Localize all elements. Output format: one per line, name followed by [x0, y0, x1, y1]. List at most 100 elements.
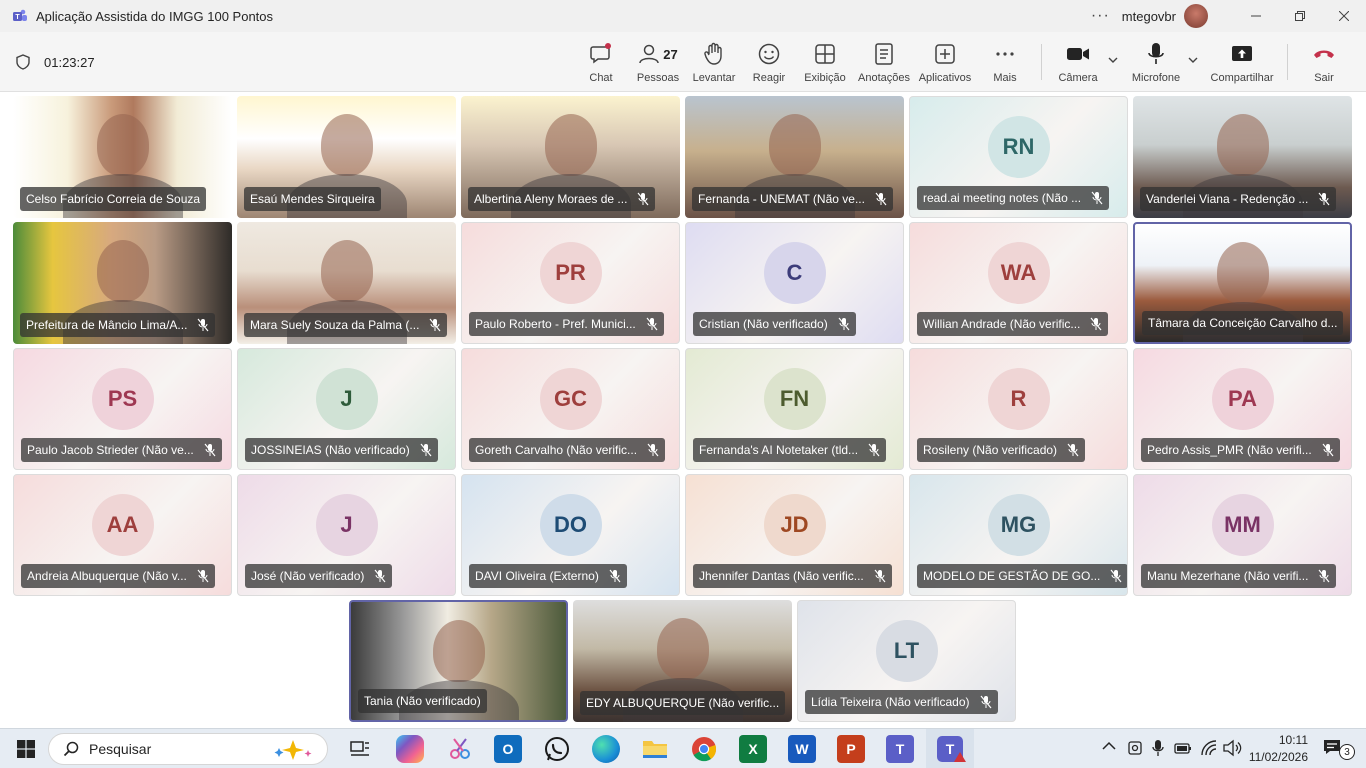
participant-tile[interactable]: Prefeitura de Mâncio Lima/A...: [13, 222, 232, 344]
raise-hand-button[interactable]: Levantar: [692, 42, 736, 88]
participant-tile[interactable]: GC Goreth Carvalho (Não verific...: [461, 348, 680, 470]
participant-nameplate: DAVI Oliveira (Externo): [469, 564, 627, 588]
participant-tile[interactable]: C Cristian (Não verificado): [685, 222, 904, 344]
participant-tile[interactable]: Vanderlei Viana - Redenção ...: [1133, 96, 1352, 218]
participant-name: Vanderlei Viana - Redenção ...: [1146, 192, 1309, 206]
participant-name: Pedro Assis_PMR (Não verifi...: [1147, 443, 1312, 457]
microphone-button[interactable]: Microfone: [1129, 42, 1183, 88]
minimize-button[interactable]: [1234, 0, 1278, 32]
user-name[interactable]: mtegovbr: [1122, 9, 1176, 24]
participant-tile[interactable]: LT Lídia Teixeira (Não verificado): [797, 600, 1016, 722]
participant-tile[interactable]: PS Paulo Jacob Strieder (Não ve...: [13, 348, 232, 470]
chevron-up-icon[interactable]: [1102, 739, 1116, 754]
participant-tile[interactable]: RN read.ai meeting notes (Não ...: [909, 96, 1128, 218]
word-icon[interactable]: W: [788, 735, 816, 763]
camera-options-chevron-icon[interactable]: [1108, 56, 1118, 67]
participant-video: [320, 114, 373, 176]
participant-tile[interactable]: PR Paulo Roberto - Pref. Munici...: [461, 222, 680, 344]
participant-tile[interactable]: Mara Suely Souza da Palma (...: [237, 222, 456, 344]
teams-icon[interactable]: T: [886, 735, 914, 763]
task-view-icon[interactable]: [346, 735, 374, 763]
participant-tile[interactable]: R Rosileny (Não verificado): [909, 348, 1128, 470]
participant-video: [96, 240, 149, 302]
share-icon: [1230, 42, 1254, 66]
close-button[interactable]: [1322, 0, 1366, 32]
participant-tile[interactable]: Fernanda - UNEMAT (Não ve...: [685, 96, 904, 218]
mic-off-icon: [197, 569, 209, 583]
view-button[interactable]: Exibição: [804, 42, 846, 88]
clock[interactable]: 10:11 11/02/2026: [1249, 732, 1308, 766]
participant-initials: GC: [539, 368, 602, 430]
participant-tile[interactable]: MG MODELO DE GESTÃO DE GO...: [909, 474, 1128, 596]
copilot-icon[interactable]: [396, 735, 424, 763]
participant-nameplate: Fernanda's AI Notetaker (tld...: [693, 438, 887, 462]
participant-tile[interactable]: Albertina Aleny Moraes de ...: [461, 96, 680, 218]
react-label: Reagir: [752, 72, 786, 84]
mic-off-icon: [875, 192, 887, 206]
participant-nameplate: EDY ALBUQUERQUE (Não verific...: [580, 691, 786, 715]
participant-nameplate: Manu Mezerhane (Não verifi...: [1141, 564, 1337, 588]
participant-tile[interactable]: Esaú Mendes Sirqueira: [237, 96, 456, 218]
participant-tile[interactable]: EDY ALBUQUERQUE (Não verific...: [573, 600, 792, 722]
title-bar: T Aplicação Assistida do IMGG 100 Pontos…: [0, 0, 1366, 32]
toolbar-divider: [1287, 44, 1288, 80]
edge-icon[interactable]: [592, 735, 620, 763]
more-options-icon[interactable]: ···: [1091, 7, 1110, 25]
participant-video: [1216, 242, 1269, 304]
restore-icon: [1295, 11, 1305, 21]
meeting-toolbar: 01:23:27 Chat 27 Pessoas Levantar Reagir…: [0, 32, 1366, 92]
participant-tile[interactable]: Celso Fabrício Correia de Souza: [13, 96, 232, 218]
microphone-tray-icon[interactable]: [1152, 739, 1164, 760]
participant-tile[interactable]: DO DAVI Oliveira (Externo): [461, 474, 680, 596]
more-button[interactable]: Mais: [990, 42, 1020, 88]
participant-name: read.ai meeting notes (Não ...: [923, 191, 1082, 205]
avatar[interactable]: [1184, 4, 1208, 28]
people-button[interactable]: 27 Pessoas: [636, 42, 680, 88]
notifications-button[interactable]: 3: [1322, 738, 1356, 760]
participant-tile[interactable]: PA Pedro Assis_PMR (Não verifi...: [1133, 348, 1352, 470]
apps-button[interactable]: Aplicativos: [917, 42, 973, 88]
raise-hand-icon: [703, 42, 725, 66]
participant-name: Goreth Carvalho (Não verific...: [475, 443, 638, 457]
participant-tile[interactable]: AA Andreia Albuquerque (Não v...: [13, 474, 232, 596]
battery-icon[interactable]: [1174, 739, 1192, 760]
snipping-tool-icon[interactable]: [446, 735, 474, 763]
participant-tile[interactable]: FN Fernanda's AI Notetaker (tld...: [685, 348, 904, 470]
microphone-options-chevron-icon[interactable]: [1188, 56, 1198, 67]
sparkle-icon: [274, 740, 312, 760]
file-explorer-icon[interactable]: [641, 735, 669, 763]
whatsapp-icon[interactable]: [543, 735, 571, 763]
mic-off-icon: [1318, 569, 1330, 583]
taskbar-search[interactable]: Pesquisar: [48, 733, 328, 765]
wifi-icon[interactable]: [1200, 739, 1218, 760]
notes-button[interactable]: Anotações: [857, 42, 911, 88]
participant-name: Paulo Jacob Strieder (Não ve...: [27, 443, 194, 457]
mic-off-icon: [1322, 443, 1334, 457]
chat-button[interactable]: Chat: [586, 42, 616, 88]
share-button[interactable]: Compartilhar: [1208, 42, 1276, 88]
participant-tile[interactable]: WA Willian Andrade (Não verific...: [909, 222, 1128, 344]
start-windows-icon[interactable]: [12, 735, 40, 763]
excel-icon[interactable]: X: [739, 735, 767, 763]
restore-button[interactable]: [1278, 0, 1322, 32]
participant-name: Willian Andrade (Não verific...: [923, 317, 1081, 331]
participant-tile[interactable]: J JOSSINEIAS (Não verificado): [237, 348, 456, 470]
participant-nameplate: Willian Andrade (Não verific...: [917, 312, 1109, 336]
camera-tray-icon[interactable]: [1128, 739, 1142, 760]
camera-button[interactable]: Câmera: [1057, 42, 1099, 88]
teams-meeting-icon[interactable]: T: [926, 729, 974, 768]
participant-video: [544, 114, 597, 176]
participant-tile[interactable]: Tâmara da Conceição Carvalho d...: [1133, 222, 1352, 344]
leave-button[interactable]: Sair: [1309, 42, 1339, 88]
participant-tile[interactable]: MM Manu Mezerhane (Não verifi...: [1133, 474, 1352, 596]
participant-tile[interactable]: JD Jhennifer Dantas (Não verific...: [685, 474, 904, 596]
apps-icon: [934, 42, 956, 66]
participant-tile[interactable]: J José (Não verificado): [237, 474, 456, 596]
volume-icon[interactable]: [1222, 739, 1242, 760]
powerpoint-icon[interactable]: P: [837, 735, 865, 763]
participant-tile[interactable]: Tania (Não verificado): [349, 600, 568, 722]
close-icon: [1339, 11, 1349, 21]
chrome-icon[interactable]: [690, 735, 718, 763]
react-button[interactable]: Reagir: [752, 42, 786, 88]
outlook-icon[interactable]: O: [494, 735, 522, 763]
